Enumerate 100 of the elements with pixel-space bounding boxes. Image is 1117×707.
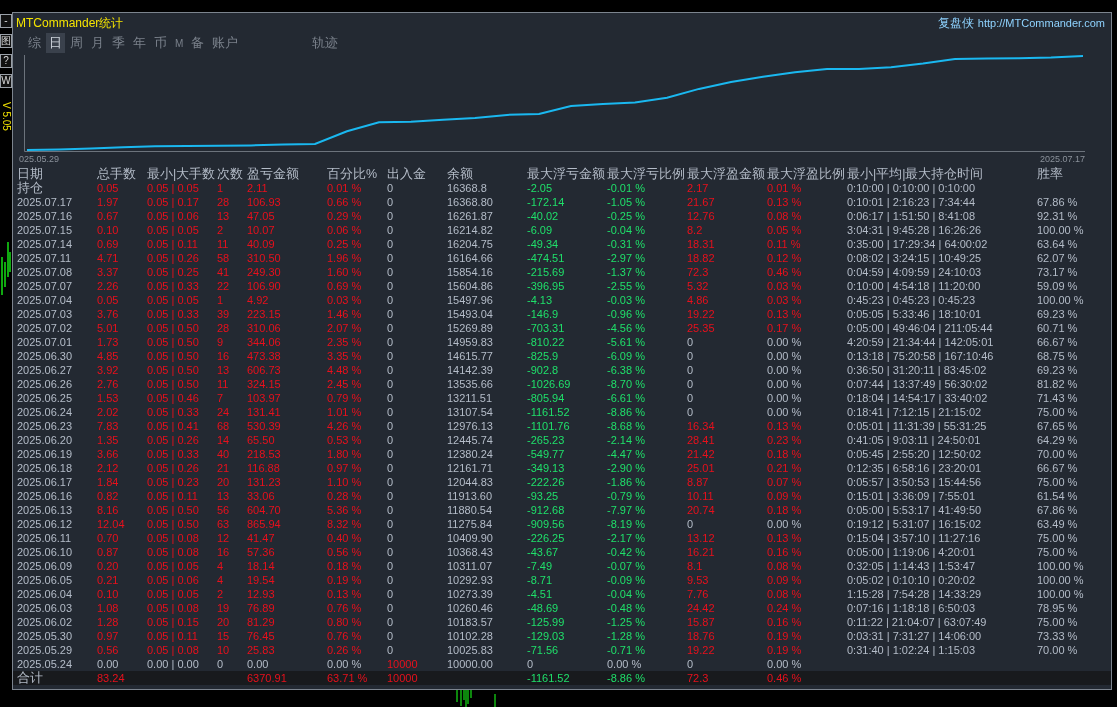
table-cell: 75.00 % xyxy=(1037,531,1078,545)
table-cell: 0:05:00 | 5:53:17 | 41:49:50 xyxy=(847,503,982,517)
tab[interactable]: 币 xyxy=(151,33,170,53)
table-cell: -125.99 xyxy=(527,615,565,629)
tab[interactable]: 轨迹 xyxy=(309,33,342,53)
table-cell: 2.45 % xyxy=(327,377,362,391)
table-cell: 24.42 xyxy=(687,601,715,615)
table-cell: 2025.06.09 xyxy=(17,559,73,573)
table-cell: 10025.83 xyxy=(447,643,493,657)
table-cell: -5.61 % xyxy=(607,335,645,349)
table-cell: 2025.07.17 xyxy=(17,195,73,209)
table-cell: 57.36 xyxy=(247,545,275,559)
tool-button[interactable]: - xyxy=(0,14,12,28)
table-cell: 5.36 % xyxy=(327,503,362,517)
table-cell: 15854.16 xyxy=(447,265,493,279)
tab[interactable]: 季 xyxy=(109,33,128,53)
table-cell: -226.25 xyxy=(527,531,565,545)
table-cell: 223.15 xyxy=(247,307,281,321)
table-cell: 16368.80 xyxy=(447,195,493,209)
website-link[interactable]: http://MTCommander.com xyxy=(977,17,1105,29)
table-cell: -8.70 % xyxy=(607,377,645,391)
table-cell: 0 xyxy=(387,251,394,265)
table-cell: 14959.83 xyxy=(447,335,493,349)
column-header: 次数 xyxy=(217,167,243,181)
table-cell: 1.96 % xyxy=(327,251,362,265)
table-cell: 0:15:04 | 3:57:10 | 11:27:16 xyxy=(847,531,981,545)
table-cell: 0 xyxy=(387,321,394,335)
table-cell: 16261.87 xyxy=(447,209,493,223)
table-cell: 0.08 % xyxy=(767,559,802,573)
table-cell: 0:19:12 | 5:31:07 | 16:15:02 xyxy=(847,517,982,531)
table-cell: 3.35 % xyxy=(327,349,362,363)
table-cell: 0.01 % xyxy=(327,181,362,195)
table-cell: 0 xyxy=(387,615,394,629)
table-cell: 15493.04 xyxy=(447,307,493,321)
table-cell: 0.05 | 0.33 xyxy=(147,307,199,321)
table-cell: 0:05:00 | 1:19:06 | 4:20:01 xyxy=(847,545,976,559)
table-cell: 0.10 xyxy=(97,587,119,601)
table-cell: 0.03 % xyxy=(327,293,362,307)
table-cell: 1:15:28 | 7:54:28 | 14:33:29 xyxy=(847,587,982,601)
table-cell: 0.26 % xyxy=(327,643,362,657)
table-cell: 75.00 % xyxy=(1037,475,1078,489)
table-cell: 20 xyxy=(217,615,230,629)
table-cell: 0.03 % xyxy=(767,279,802,293)
table-cell: 2025.06.02 xyxy=(17,615,73,629)
tab[interactable]: 综 xyxy=(25,33,44,53)
table-cell: 2025.06.26 xyxy=(17,377,73,391)
tab[interactable]: 日 xyxy=(46,33,65,53)
table-cell: 0.05 | 0.05 xyxy=(147,559,199,573)
table-cell: 40.09 xyxy=(247,237,275,251)
table-cell: 0.70 xyxy=(97,531,119,545)
table-cell: 4.85 xyxy=(97,349,119,363)
table-cell: 11 xyxy=(217,377,229,391)
table-cell: 2025.06.30 xyxy=(17,349,73,363)
tool-button[interactable]: 图 xyxy=(0,34,12,48)
tab[interactable]: 账户 xyxy=(209,33,242,53)
table-cell: 15497.96 xyxy=(447,293,493,307)
table-cell: 2.35 % xyxy=(327,335,362,349)
column-header: 最大浮盈比例 xyxy=(767,167,845,181)
table-cell: 0.05 | 0.05 xyxy=(147,181,199,195)
table-cell: 0.13 % xyxy=(767,307,802,321)
table-cell: 100.00 % xyxy=(1037,587,1084,601)
table-cell: -2.17 % xyxy=(607,531,645,545)
table-cell: 11880.54 xyxy=(447,503,493,517)
tab[interactable]: 周 xyxy=(67,33,86,53)
table-cell: 21.42 xyxy=(687,447,715,461)
table-cell: -172.14 xyxy=(527,195,565,209)
table-cell: 61.54 % xyxy=(1037,489,1078,503)
table-cell: 0.80 % xyxy=(327,615,362,629)
tab[interactable]: M xyxy=(172,36,187,50)
table-cell: 0 xyxy=(387,181,394,195)
table-cell: 131.23 xyxy=(247,475,281,489)
table-cell: 2025.06.27 xyxy=(17,363,73,377)
table-cell: 0.05 | 0.50 xyxy=(147,349,199,363)
table-cell: 0 xyxy=(387,391,394,405)
table-cell: 0 xyxy=(387,601,394,615)
table-cell: 0.00 % xyxy=(607,657,642,671)
table-cell: 0 xyxy=(387,517,394,531)
table-cell: 0.05 | 0.08 xyxy=(147,601,199,615)
table-cell: 0.07 % xyxy=(767,475,802,489)
tab[interactable]: 年 xyxy=(130,33,149,53)
tool-button[interactable]: ? xyxy=(0,54,12,68)
tab[interactable]: 备 xyxy=(188,33,208,53)
table-cell: 0.00 % xyxy=(767,657,802,671)
table-cell: 0.53 % xyxy=(327,433,362,447)
tab[interactable]: 月 xyxy=(88,33,107,53)
table-cell: 20.74 xyxy=(687,503,715,517)
table-cell: 0.46 % xyxy=(767,671,802,685)
table-cell: 0:03:31 | 7:31:27 | 14:06:00 xyxy=(847,629,982,643)
table-cell: 131.41 xyxy=(247,405,281,419)
table-cell: 12.04 xyxy=(97,517,125,531)
table-cell: -0.31 % xyxy=(607,237,645,251)
tool-button[interactable]: W xyxy=(0,74,12,88)
table-cell: -4.56 % xyxy=(607,321,645,335)
table-cell: 73.33 % xyxy=(1037,629,1078,643)
table-cell: 0:41:05 | 9:03:11 | 24:50:01 xyxy=(847,433,981,447)
table-cell: 92.31 % xyxy=(1037,209,1078,223)
table-cell: 合计 xyxy=(17,671,43,685)
table-cell: 0.97 % xyxy=(327,461,362,475)
table-cell: 19.54 xyxy=(247,573,275,587)
table-cell: 2025.06.23 xyxy=(17,419,73,433)
